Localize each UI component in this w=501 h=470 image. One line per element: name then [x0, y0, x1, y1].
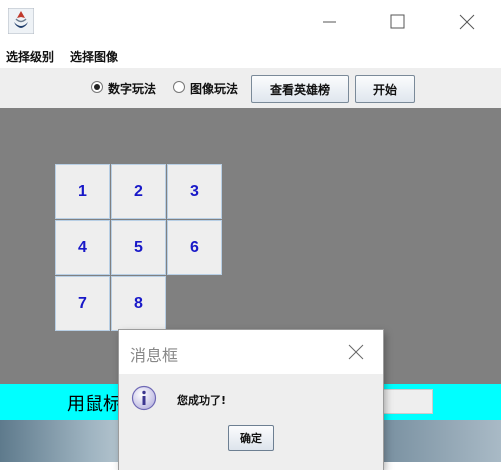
puzzle-tile[interactable]: 8	[111, 276, 166, 331]
puzzle-tile[interactable]: 3	[167, 164, 222, 219]
puzzle-tile[interactable]: 4	[55, 220, 110, 275]
puzzle-tile[interactable]: 5	[111, 220, 166, 275]
dialog-titlebar: 消息框	[119, 330, 383, 374]
toolbar: 数字玩法 图像玩法 查看英雄榜 开始	[0, 68, 501, 108]
puzzle-tile[interactable]: 7	[55, 276, 110, 331]
radio-image-mode-label[interactable]: 图像玩法	[190, 80, 238, 97]
radio-image-mode[interactable]	[173, 81, 185, 93]
leaderboard-button[interactable]: 查看英雄榜	[251, 75, 349, 103]
puzzle-tile[interactable]: 6	[167, 220, 222, 275]
radio-number-mode[interactable]	[91, 81, 103, 93]
dialog-message: 您成功了!	[177, 394, 227, 407]
dialog-title: 消息框	[130, 346, 179, 365]
minimize-icon[interactable]	[314, 10, 344, 34]
menu-bar: 选择级别 选择图像	[0, 44, 501, 68]
puzzle-tile[interactable]: 2	[111, 164, 166, 219]
maximize-icon[interactable]	[382, 10, 412, 34]
menu-select-image[interactable]: 选择图像	[70, 48, 118, 65]
info-icon	[131, 385, 157, 411]
radio-number-mode-label[interactable]: 数字玩法	[108, 80, 156, 97]
window-titlebar	[0, 0, 501, 44]
status-hint-text: 用鼠标	[67, 394, 121, 415]
status-field	[380, 389, 433, 414]
menu-select-level[interactable]: 选择级别	[6, 48, 54, 65]
puzzle-tile[interactable]: 1	[55, 164, 110, 219]
close-icon[interactable]	[452, 10, 482, 34]
close-icon[interactable]	[347, 343, 365, 361]
ok-button[interactable]: 确定	[228, 425, 274, 451]
java-app-icon	[8, 8, 34, 34]
start-button[interactable]: 开始	[355, 75, 415, 103]
message-dialog: 消息框 您成功了! 确定	[119, 330, 383, 470]
